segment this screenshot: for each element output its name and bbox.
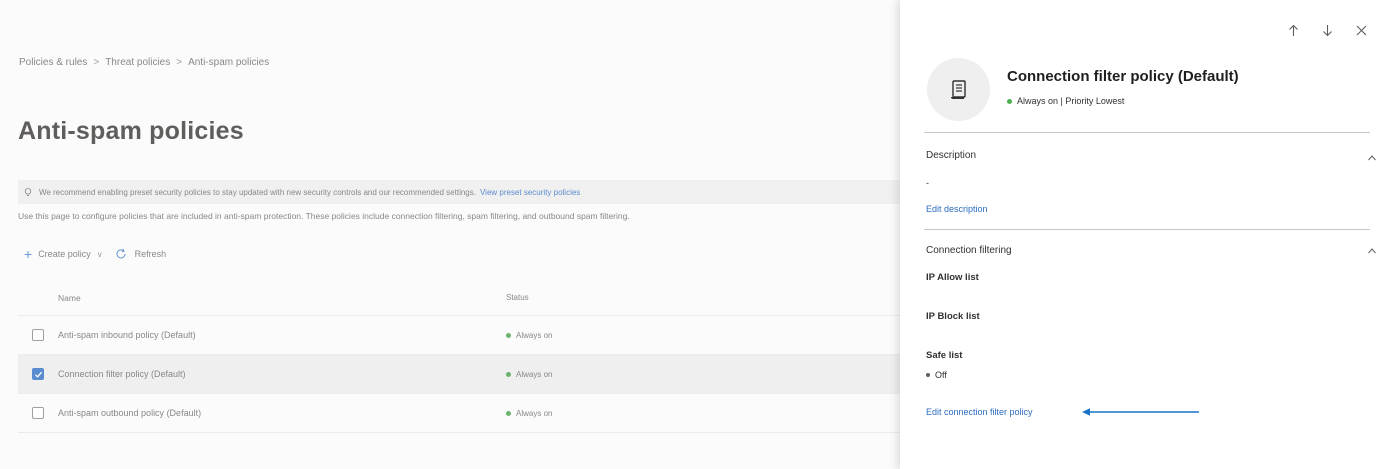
row-checkbox[interactable] bbox=[32, 329, 44, 341]
page-description: Use this page to configure policies that… bbox=[18, 211, 630, 221]
edit-description-link[interactable]: Edit description bbox=[926, 204, 988, 214]
status-text: Always on bbox=[516, 330, 553, 340]
section-divider bbox=[924, 229, 1370, 230]
table-row[interactable]: Anti-spam inbound policy (Default) Alway… bbox=[18, 316, 900, 355]
edit-connection-filter-policy-link[interactable]: Edit connection filter policy bbox=[926, 407, 1033, 417]
flyout-status: Always on bbox=[1017, 96, 1059, 106]
policy-status: Always on bbox=[506, 331, 552, 340]
description-value: - bbox=[926, 178, 929, 188]
description-section-heading[interactable]: Description bbox=[926, 150, 976, 161]
status-dot bbox=[1007, 98, 1012, 104]
info-message-bar: We recommend enabling preset security po… bbox=[18, 180, 900, 204]
safe-list-status: Off bbox=[935, 370, 947, 380]
details-flyout-panel: Connection filter policy (Default) Alway… bbox=[900, 0, 1397, 469]
refresh-icon bbox=[115, 248, 127, 260]
status-dot bbox=[506, 371, 511, 377]
status-dot bbox=[506, 410, 511, 416]
row-checkbox[interactable] bbox=[32, 368, 44, 380]
policy-name[interactable]: Anti-spam outbound policy (Default) bbox=[58, 408, 506, 418]
policy-avatar bbox=[927, 58, 990, 121]
refresh-button[interactable]: Refresh bbox=[135, 249, 167, 259]
flyout-navigation bbox=[1285, 22, 1369, 38]
table-header: Name Status bbox=[18, 280, 900, 316]
view-preset-policies-link[interactable]: View preset security policies bbox=[480, 188, 580, 197]
create-policy-button[interactable]: Create policy bbox=[38, 249, 91, 259]
checkmark-icon bbox=[34, 371, 42, 378]
breadcrumb-item-policies-rules[interactable]: Policies & rules bbox=[19, 57, 87, 68]
subtitle-separator: | bbox=[1058, 96, 1066, 106]
column-header-status[interactable]: Status bbox=[506, 293, 529, 302]
command-bar: + Create policy ∨ Refresh bbox=[24, 246, 167, 262]
close-icon[interactable] bbox=[1353, 22, 1369, 38]
chevron-up-icon[interactable] bbox=[1367, 150, 1377, 161]
column-header-name[interactable]: Name bbox=[58, 293, 506, 303]
arrow-up-icon[interactable] bbox=[1285, 22, 1301, 38]
safe-list-label: Safe list bbox=[926, 350, 963, 361]
info-message-text: We recommend enabling preset security po… bbox=[39, 187, 476, 197]
status-dot bbox=[926, 373, 930, 377]
table-row[interactable]: Connection filter policy (Default) Alway… bbox=[18, 355, 900, 394]
status-text: Always on bbox=[516, 408, 553, 418]
arrow-down-icon[interactable] bbox=[1319, 22, 1335, 38]
breadcrumb: Policies & rules > Threat policies > Anti-sp… bbox=[19, 57, 269, 68]
safe-list-value: Off bbox=[926, 370, 947, 380]
policy-name[interactable]: Anti-spam inbound policy (Default) bbox=[58, 330, 506, 340]
policy-status: Always on bbox=[506, 370, 552, 379]
row-checkbox[interactable] bbox=[32, 407, 44, 419]
policy-status: Always on bbox=[506, 409, 552, 418]
chevron-up-icon[interactable] bbox=[1367, 243, 1377, 254]
breadcrumb-item-anti-spam-policies: Anti-spam policies bbox=[188, 57, 270, 68]
flyout-priority: Priority Lowest bbox=[1065, 96, 1125, 106]
connection-filtering-section-heading[interactable]: Connection filtering bbox=[926, 245, 1012, 256]
status-text: Always on bbox=[516, 369, 553, 379]
flyout-title: Connection filter policy (Default) bbox=[1007, 68, 1239, 85]
policies-table: Name Status Anti-spam inbound policy (De… bbox=[18, 280, 900, 433]
ip-block-list-label: IP Block list bbox=[926, 311, 980, 322]
flyout-subtitle: Always on | Priority Lowest bbox=[1007, 96, 1124, 106]
plus-icon: + bbox=[24, 246, 33, 262]
page-title: Anti-spam policies bbox=[18, 117, 244, 145]
policy-name[interactable]: Connection filter policy (Default) bbox=[58, 369, 506, 379]
annotation-arrow-icon bbox=[1082, 408, 1199, 416]
lightbulb-icon bbox=[24, 187, 32, 197]
scroll-document-icon bbox=[950, 79, 966, 99]
ip-allow-list-label: IP Allow list bbox=[926, 272, 979, 283]
main-page: Policies & rules > Threat policies > Anti-sp… bbox=[0, 0, 900, 469]
breadcrumb-separator: > bbox=[93, 57, 100, 68]
status-dot bbox=[506, 332, 511, 338]
breadcrumb-item-threat-policies[interactable]: Threat policies bbox=[105, 57, 170, 68]
breadcrumb-separator: > bbox=[176, 57, 183, 68]
chevron-down-icon[interactable]: ∨ bbox=[97, 250, 103, 259]
section-divider bbox=[924, 132, 1370, 133]
table-row[interactable]: Anti-spam outbound policy (Default) Alwa… bbox=[18, 394, 900, 433]
